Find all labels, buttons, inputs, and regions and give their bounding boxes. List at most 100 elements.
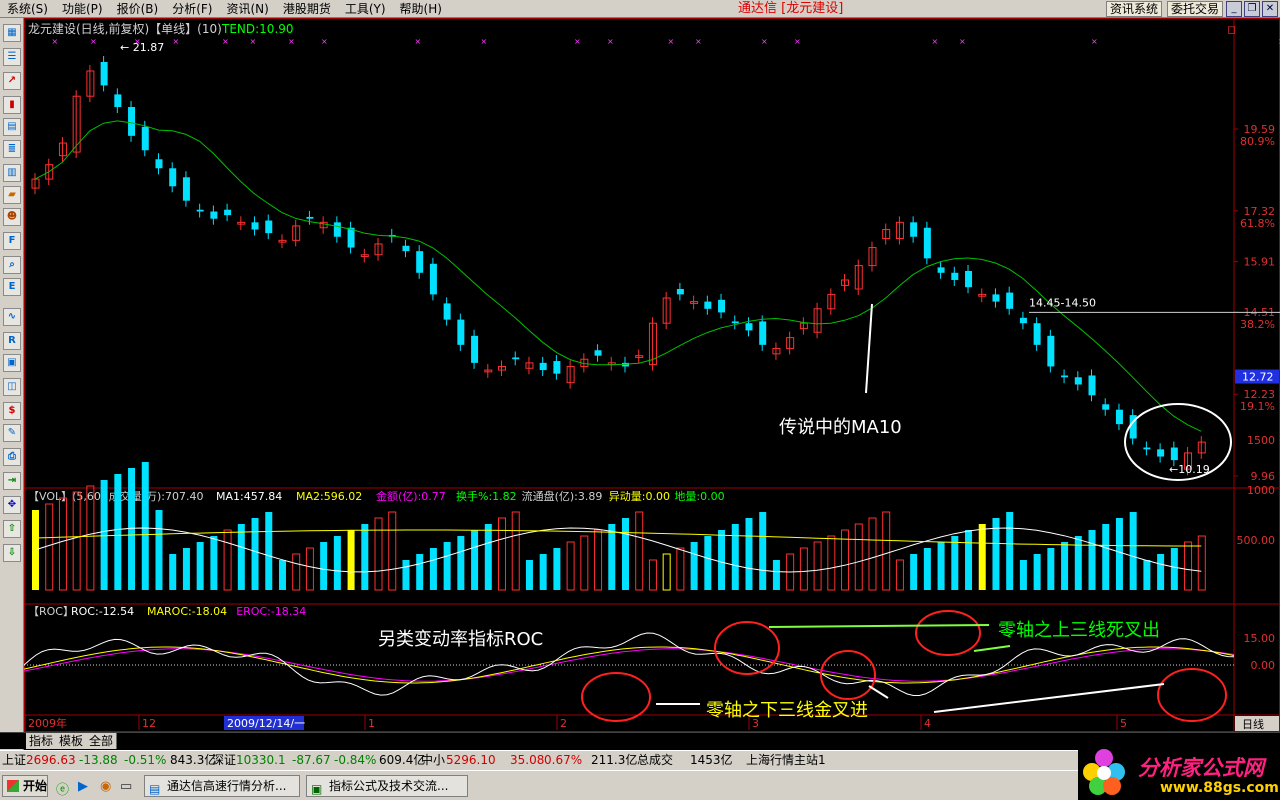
vol-tick: 1000 xyxy=(1247,484,1275,497)
zx-change: 35.08 xyxy=(510,753,545,767)
arrow-up-icon[interactable]: ⇧ xyxy=(3,520,21,538)
rsi-icon[interactable]: R xyxy=(3,332,21,350)
candle-body xyxy=(731,321,739,324)
desktop-icon[interactable]: ▭ xyxy=(120,779,132,794)
volume-bar xyxy=(511,511,520,591)
start-button[interactable]: 开始 xyxy=(2,775,48,797)
signal-marker: × xyxy=(794,37,801,46)
period-label: 日线 xyxy=(1242,717,1264,731)
volume-bar xyxy=(525,560,533,590)
cross-circle xyxy=(714,621,780,675)
wave-icon[interactable]: ∿ xyxy=(3,308,21,326)
menu-function[interactable]: 功能(P) xyxy=(55,0,110,18)
users-icon[interactable]: ☻ xyxy=(3,208,21,226)
minimize-icon[interactable]: _ xyxy=(1226,1,1242,17)
candle-body xyxy=(306,216,314,219)
candle-body xyxy=(100,61,108,86)
menu-analysis[interactable]: 分析(F) xyxy=(165,0,219,18)
menu-quote[interactable]: 报价(B) xyxy=(110,0,166,18)
search-icon[interactable]: ⌕ xyxy=(3,256,21,274)
candle-body xyxy=(457,319,465,345)
vol-tick: 500.00 xyxy=(1237,534,1276,547)
tab-all[interactable]: 全部 xyxy=(86,733,118,749)
volume-bar xyxy=(320,542,328,590)
line-chart-icon[interactable]: ↗ xyxy=(3,72,21,90)
task-forum[interactable]: ▣ 指标公式及技术交流... xyxy=(306,775,468,797)
restore-icon[interactable]: ❐ xyxy=(1244,1,1260,17)
volume-bar xyxy=(951,536,959,590)
list-icon[interactable]: ≣ xyxy=(3,140,21,158)
volume-bar xyxy=(471,530,479,590)
x-axis-label: 5 xyxy=(1120,717,1127,730)
roc-line xyxy=(24,632,1235,696)
left-toolbar: ▦ ☰ ↗ ▮ ▤ ≣ ▥ ▰ ☻ F ⌕ E ∿ R ▣ ◫ $ ✎ ⎙ ⇥ … xyxy=(0,18,24,752)
sh-index: 2696.63 xyxy=(26,753,76,767)
menu-system[interactable]: 系统(S) xyxy=(0,0,55,18)
trade-button[interactable]: 委托交易 xyxy=(1167,1,1224,17)
doc-icon[interactable]: ▥ xyxy=(3,164,21,182)
volume-bar xyxy=(676,547,685,591)
volume-bar xyxy=(608,524,616,590)
volume-bar xyxy=(1047,548,1055,590)
grid-icon[interactable]: ▦ xyxy=(3,24,21,42)
volume-bar xyxy=(292,553,301,591)
dollar-icon[interactable]: $ xyxy=(3,402,21,420)
volume-bar xyxy=(635,511,644,591)
wrench-icon[interactable]: ✎ xyxy=(3,424,21,442)
menu-tools[interactable]: 工具(Y) xyxy=(338,0,393,18)
level-label: 14.45-14.50 xyxy=(1029,296,1096,309)
menu-news[interactable]: 资讯(N) xyxy=(219,0,275,18)
candle-body xyxy=(923,227,931,259)
volume-bar xyxy=(580,535,589,591)
candle-body xyxy=(416,251,424,273)
arrow-down-icon[interactable]: ⇩ xyxy=(3,544,21,562)
low-price-marker: ←10.19 xyxy=(1169,463,1210,476)
menu-help[interactable]: 帮助(H) xyxy=(393,0,449,18)
signal-marker: × xyxy=(250,37,257,46)
volume-bar xyxy=(416,554,424,590)
move-icon[interactable]: ✥ xyxy=(3,496,21,514)
candle-body xyxy=(718,299,726,313)
volume-bar xyxy=(648,559,657,591)
f10-icon[interactable]: F xyxy=(3,232,21,250)
exit-icon[interactable]: ⇥ xyxy=(3,472,21,490)
task-tdx[interactable]: ▤ 通达信高速行情分析... xyxy=(144,775,300,797)
volume-bar xyxy=(1102,524,1110,590)
etf-icon[interactable]: E xyxy=(3,278,21,296)
volume-bar xyxy=(662,553,671,591)
close-icon[interactable]: ✕ xyxy=(1262,1,1278,17)
signal-marker: × xyxy=(52,37,59,46)
price-tick: 38.2% xyxy=(1240,318,1275,331)
window-toggle-icon: ◻ xyxy=(1227,23,1236,36)
menu-hk-futures[interactable]: 港股期货 xyxy=(276,0,338,18)
report-icon[interactable]: ▤ xyxy=(3,118,21,136)
table-icon[interactable]: ☰ xyxy=(3,48,21,66)
volume-bar xyxy=(745,518,753,590)
tab-indicator[interactable]: 指标 xyxy=(26,733,58,749)
volume-bar xyxy=(1033,554,1041,590)
ie-icon[interactable]: ⓔ xyxy=(56,779,69,798)
app-launch-icon[interactable]: ◉ xyxy=(100,779,111,794)
volume-bar xyxy=(45,503,54,591)
news-system-button[interactable]: 资讯系统 xyxy=(1106,1,1163,17)
volume-bar xyxy=(1143,560,1151,590)
total-amount: 1453亿 xyxy=(690,753,733,767)
media-icon[interactable]: ▶ xyxy=(78,779,88,794)
monitor-icon[interactable]: ▣ xyxy=(3,354,21,372)
volume-bar xyxy=(718,530,726,590)
volume-bar xyxy=(237,524,245,590)
signal-marker: × xyxy=(1091,37,1098,46)
volume-bar xyxy=(182,548,190,590)
candle-icon[interactable]: ▮ xyxy=(3,96,21,114)
x-axis-label: 2009年 xyxy=(28,716,67,730)
golden-pointer-2 xyxy=(868,685,889,699)
volume-bar xyxy=(813,541,822,591)
volume-bar xyxy=(333,536,341,590)
print-icon[interactable]: ⎙ xyxy=(3,448,21,466)
tab-template[interactable]: 模板 xyxy=(56,733,88,749)
folder-icon[interactable]: ▰ xyxy=(3,186,21,204)
roc-tick: 15.00 xyxy=(1244,632,1276,645)
window-icon[interactable]: ◫ xyxy=(3,378,21,396)
volume-bar xyxy=(1074,536,1082,590)
volume-bar xyxy=(827,535,836,591)
